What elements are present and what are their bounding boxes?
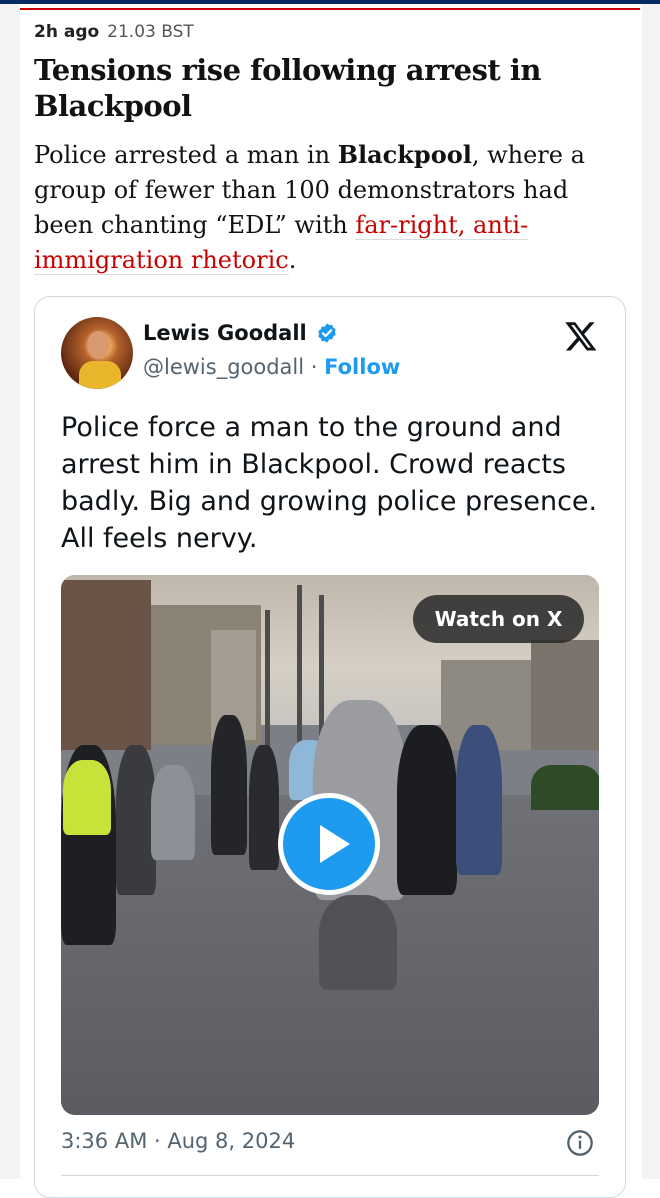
body-text-3: . <box>288 246 297 274</box>
page-margin-left <box>0 0 20 1179</box>
video-lamppost <box>297 585 302 755</box>
x-logo-icon[interactable] <box>563 319 599 353</box>
tweet-text: Police force a man to the ground and arr… <box>61 412 598 554</box>
page-margin-right <box>642 0 660 1179</box>
body-text-1: Police arrested a man in <box>34 141 338 169</box>
play-triangle <box>320 825 350 863</box>
info-icon[interactable] <box>566 1129 594 1157</box>
video-person <box>116 745 156 895</box>
video-person <box>211 715 247 855</box>
watch-on-x-button[interactable]: Watch on X <box>413 595 584 643</box>
author-name-text[interactable]: Lewis Goodall <box>143 321 307 345</box>
post-age: 2h ago <box>34 22 100 42</box>
video-lamppost <box>265 610 270 750</box>
avatar-shirt <box>79 361 121 389</box>
video-building <box>61 580 151 750</box>
tweet-video[interactable]: Watch on X <box>61 575 599 1115</box>
tweet-divider <box>61 1175 599 1176</box>
follow-button[interactable]: Follow <box>324 355 400 379</box>
avatar[interactable] <box>61 317 133 389</box>
tweet-handle[interactable]: @lewis_goodall <box>143 355 304 379</box>
video-person-shorts <box>319 895 397 990</box>
play-icon[interactable] <box>278 793 380 895</box>
post-meta: 2h ago 21.03 BST <box>34 22 194 42</box>
video-person <box>397 725 457 895</box>
video-police-officer <box>63 760 111 835</box>
embedded-tweet[interactable]: Lewis Goodall @lewis_goodall · Follow Po… <box>34 296 626 1198</box>
video-building <box>531 640 599 750</box>
tweet-handle-row: @lewis_goodall · Follow <box>143 355 400 379</box>
tweet-timestamp[interactable]: 3:36 AM · Aug 8, 2024 <box>61 1129 295 1153</box>
video-person <box>249 745 279 870</box>
video-person <box>151 765 195 860</box>
avatar-head <box>87 331 109 359</box>
liveblog-red-rule <box>20 8 640 10</box>
post-body: Police arrested a man in Blackpool, wher… <box>34 137 614 278</box>
video-hedge <box>531 765 599 810</box>
video-person <box>456 725 502 875</box>
body-bold-place: Blackpool <box>337 140 472 169</box>
handle-separator: · <box>304 355 325 379</box>
post-headline: Tensions rise following arrest in Blackp… <box>34 53 542 123</box>
tweet-author-name[interactable]: Lewis Goodall <box>143 321 338 345</box>
post-time: 21.03 BST <box>107 22 194 42</box>
verified-badge-icon <box>318 323 336 343</box>
